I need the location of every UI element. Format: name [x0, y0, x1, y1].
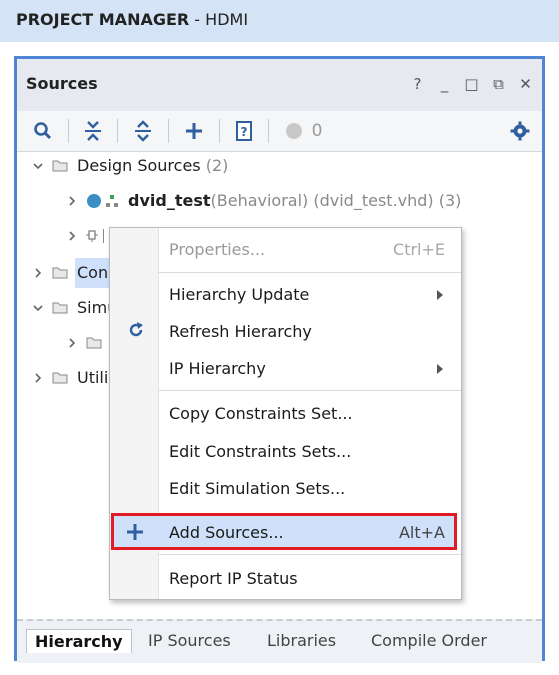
help-icon[interactable]: ? — [409, 75, 426, 93]
tab-ip-sources[interactable]: IP Sources — [148, 631, 231, 650]
menu-separator — [158, 554, 461, 555]
submenu-arrow-icon — [437, 364, 443, 374]
chevron-down-icon[interactable] — [33, 161, 43, 171]
menu-item-copy-constraints-set[interactable]: Copy Constraints Set... — [169, 404, 353, 423]
folder-icon — [86, 337, 102, 349]
add-sources-shortcut: Alt+A — [398, 523, 445, 542]
project-manager-header: PROJECT MANAGER - HDMI — [0, 0, 559, 42]
menu-item-report-ip-status[interactable]: Report IP Status — [169, 569, 298, 588]
top-module-icon — [106, 195, 118, 207]
svg-text:?: ? — [241, 125, 248, 139]
folder-icon — [52, 160, 68, 172]
folder-icon — [52, 302, 68, 314]
tree-item-label: Con — [77, 263, 109, 282]
sources-tabs: Hierarchy IP Sources Libraries Compile O… — [17, 619, 542, 663]
chevron-right-icon[interactable] — [33, 268, 43, 278]
add-icon — [127, 524, 143, 540]
status-count: 0 — [311, 121, 323, 141]
menu-item-hierarchy-update[interactable]: Hierarchy Update — [169, 285, 309, 304]
tree-item-label: Utili — [77, 368, 109, 387]
collapse-all-icon[interactable] — [81, 119, 105, 143]
tree-item-dvid-test[interactable]: dvid_test(Behavioral) (dvid_test.vhd) (3… — [17, 188, 542, 214]
menu-item-properties[interactable]: Properties... — [169, 240, 265, 259]
menu-item-edit-simulation-sets[interactable]: Edit Simulation Sets... — [169, 479, 345, 498]
module-detail: (Behavioral) (dvid_test.vhd) (3) — [210, 191, 462, 210]
module-name: dvid_test — [128, 191, 211, 210]
tree-item-child[interactable] — [17, 223, 117, 249]
component-icon — [86, 230, 98, 242]
tree-item-utility-sources[interactable]: Utili — [17, 365, 117, 391]
properties-shortcut: Ctrl+E — [393, 240, 445, 259]
status-dot-icon — [87, 194, 101, 208]
search-icon[interactable] — [31, 119, 55, 143]
panel-title: Sources — [26, 74, 98, 93]
tab-hierarchy[interactable]: Hierarchy — [26, 629, 132, 653]
context-menu: Properties... Ctrl+E Hierarchy Update Re… — [109, 227, 462, 600]
chevron-right-icon[interactable] — [67, 231, 77, 241]
submenu-arrow-icon — [437, 290, 443, 300]
menu-separator — [158, 390, 461, 391]
add-icon[interactable] — [182, 119, 206, 143]
tab-libraries[interactable]: Libraries — [267, 631, 336, 650]
unknown-source-icon[interactable]: ? — [232, 119, 256, 143]
tree-item-sim-set[interactable] — [17, 330, 117, 356]
tree-item-design-sources[interactable]: Design Sources (2) — [17, 153, 542, 179]
menu-separator — [158, 272, 461, 273]
sources-toolbar: ? 0 — [17, 111, 542, 152]
chevron-right-icon[interactable] — [33, 373, 43, 383]
tab-compile-order[interactable]: Compile Order — [371, 631, 487, 650]
window-controls: ? _ □ ⧉ ✕ — [409, 75, 534, 93]
folder-icon — [52, 372, 68, 384]
tree-item-simulation-sources[interactable]: Simu — [17, 295, 117, 321]
menu-item-refresh-hierarchy[interactable]: Refresh Hierarchy — [169, 322, 312, 341]
close-icon[interactable]: ✕ — [517, 75, 534, 93]
maximize-icon[interactable]: □ — [463, 75, 480, 93]
chevron-down-icon[interactable] — [33, 303, 43, 313]
expand-all-icon[interactable] — [131, 119, 155, 143]
minimize-icon[interactable]: _ — [436, 75, 453, 93]
float-icon[interactable]: ⧉ — [490, 75, 507, 93]
sources-title-bar: Sources ? _ □ ⧉ ✕ — [17, 59, 542, 111]
refresh-icon — [129, 322, 143, 337]
menu-item-add-sources[interactable]: Add Sources... — [169, 523, 284, 542]
gear-icon[interactable] — [508, 119, 532, 143]
chevron-right-icon[interactable] — [67, 196, 77, 206]
menu-item-edit-constraints-sets[interactable]: Edit Constraints Sets... — [169, 442, 351, 461]
tree-item-constraints[interactable]: Con — [17, 260, 117, 286]
chevron-right-icon[interactable] — [67, 338, 77, 348]
folder-icon — [52, 267, 68, 279]
project-manager-title: PROJECT MANAGER - HDMI — [16, 10, 249, 29]
status-indicator-icon — [282, 119, 306, 143]
tree-item-label: Design Sources — [77, 156, 201, 175]
tree-item-count: (2) — [205, 156, 229, 175]
menu-item-ip-hierarchy[interactable]: IP Hierarchy — [169, 359, 266, 378]
